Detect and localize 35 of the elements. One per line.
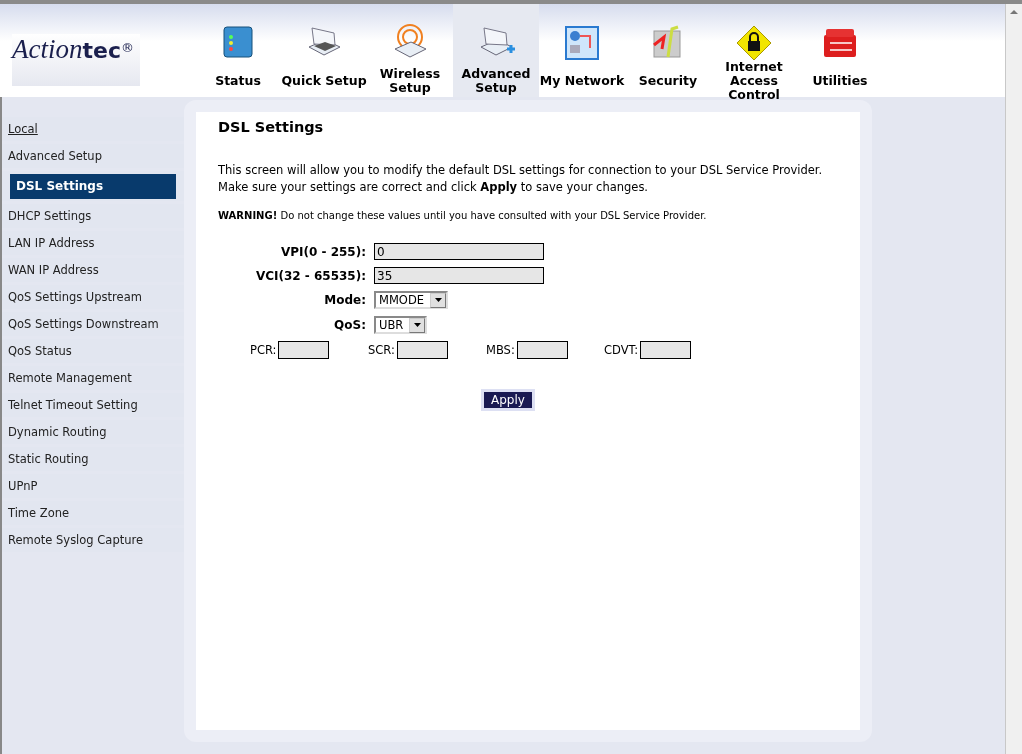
apply-button[interactable]: Apply xyxy=(481,389,535,411)
field-label: VCI(32 - 65535): xyxy=(254,268,367,283)
scrollbar[interactable] xyxy=(1005,4,1022,754)
padlock-sign-icon xyxy=(734,23,774,61)
field-label: MBS: xyxy=(486,343,515,357)
field-label: VPI(0 - 255): xyxy=(279,244,367,259)
nav-tab[interactable]: Advanced Setup xyxy=(453,4,539,97)
caret-icon xyxy=(413,323,421,327)
input-field[interactable] xyxy=(516,341,568,359)
input-field[interactable] xyxy=(278,341,330,359)
nav-tab[interactable]: Status xyxy=(195,4,281,97)
field-label: SCR: xyxy=(368,343,395,357)
caret-icon xyxy=(434,298,442,302)
actiontec-logo: Actiontec® xyxy=(12,34,140,86)
input-field[interactable]: 0 xyxy=(374,243,544,260)
field-label: CDVT: xyxy=(604,343,639,357)
nav-tab[interactable]: Internet Access Control xyxy=(711,4,797,97)
nav-tab[interactable]: Security xyxy=(625,4,711,97)
dropdown[interactable]: UBR xyxy=(374,316,428,334)
page-title: DSL Settings xyxy=(218,119,325,135)
scroll-up-icon[interactable] xyxy=(1010,10,1018,14)
input-field[interactable] xyxy=(396,341,448,359)
nav-tab[interactable]: Utilities xyxy=(797,4,883,97)
warning-text: WARNING! Do not change these values until you have consulted with your DSL Service Provider. xyxy=(218,210,708,221)
field-label: Mode: xyxy=(323,293,367,307)
nav-tab[interactable]: My Network xyxy=(539,4,625,97)
network-icon xyxy=(562,23,602,61)
nav-tab[interactable]: Quick Setup xyxy=(281,4,367,97)
intro-text: This screen will allow you to modify the default DSL settings for connection to your DSL Service Provider. Make sure your settings are correct and click Apply to save your changes. xyxy=(218,162,824,196)
input-field[interactable] xyxy=(640,341,692,359)
input-field[interactable]: 35 xyxy=(374,267,544,284)
dropdown[interactable]: MMODE xyxy=(374,291,449,309)
field-label: PCR: xyxy=(250,343,277,357)
nav-tab[interactable]: Wireless Setup xyxy=(367,4,453,97)
field-label: QoS: xyxy=(333,318,367,332)
